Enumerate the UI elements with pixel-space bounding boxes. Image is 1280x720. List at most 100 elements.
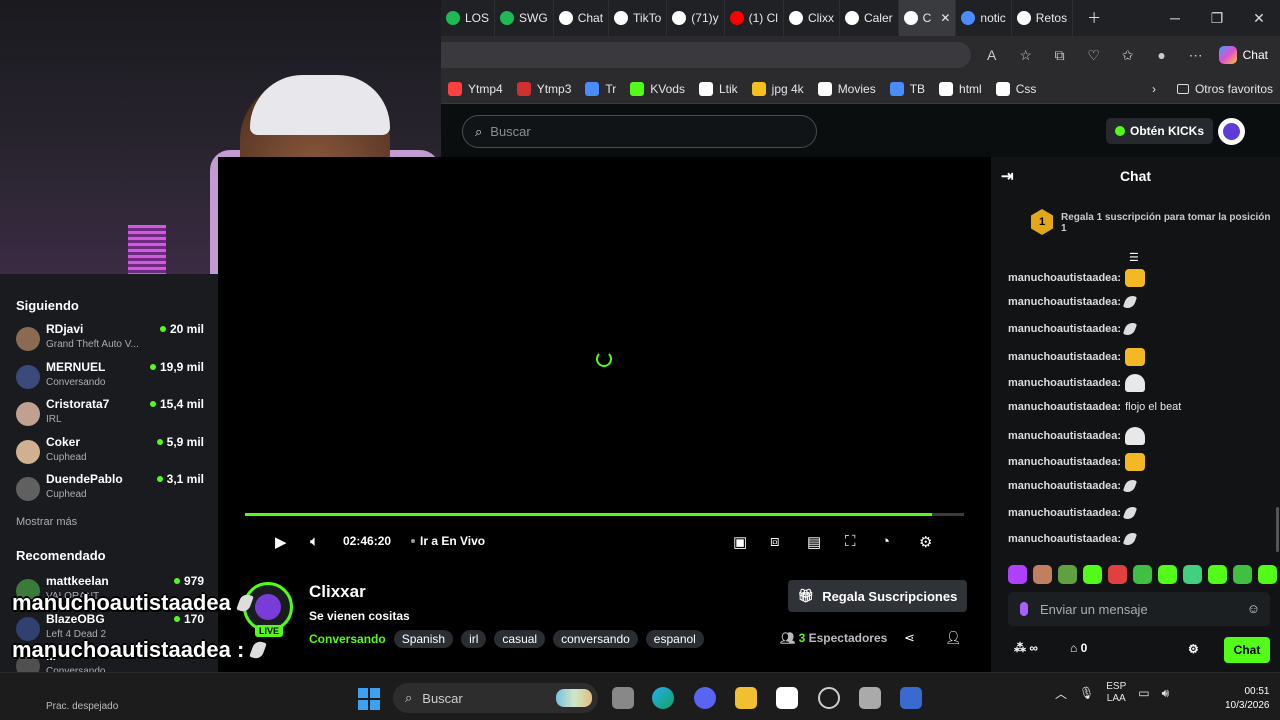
url-field[interactable] [441,42,971,68]
stream-tag[interactable]: casual [494,630,546,648]
chat-scrollbar[interactable] [1276,507,1279,552]
chat-username[interactable]: manuchoautistaadea: [1008,323,1121,335]
emote-icon[interactable] [1108,565,1127,584]
browser-tab[interactable]: Clixx [784,0,840,36]
chat-message[interactable]: manuchoautistaadea: [1008,294,1138,311]
chat-settings-gear-icon[interactable]: ⚙ [1188,642,1199,656]
chat-message[interactable]: manuchoautistaadea: [1008,530,1138,548]
chat-message[interactable]: manuchoautistaadea: [1008,426,1146,445]
browser-essentials-icon[interactable]: ♡ [1083,47,1105,64]
browser-tab[interactable]: (1) Cl [725,0,784,36]
browser-tab[interactable]: notic [956,0,1012,36]
network-icon[interactable]: ▭ [1138,686,1149,700]
chat-message[interactable]: manuchoautistaadea: flojo el beat [1008,401,1181,413]
emote-icon[interactable] [1058,565,1077,584]
chevron-right-icon[interactable]: › [1138,82,1170,96]
chat-username[interactable]: manuchoautistaadea: [1008,351,1121,363]
bookmark-item[interactable]: TB [883,81,932,96]
chat-username[interactable]: manuchoautistaadea: [1008,296,1121,308]
sidebar-channel[interactable]: DuendePablo Cuphead 3,1 mil [16,472,206,508]
emote-icon[interactable] [1133,565,1152,584]
chat-username[interactable]: manuchoautistaadea: [1008,377,1121,389]
bookmark-item[interactable]: KVods [623,81,692,96]
chat-username[interactable]: manuchoautistaadea: [1008,272,1121,284]
read-aloud-icon[interactable]: A [981,47,1003,63]
bookmark-item[interactable]: Ytmp4 [441,81,510,96]
chat-username[interactable]: manuchoautistaadea: [1008,480,1121,492]
sidebar-channel[interactable]: MERNUEL Conversando 19,9 mil [16,360,206,396]
minimize-button[interactable]: ─ [1154,0,1196,36]
restore-button[interactable]: ❐ [1196,0,1238,36]
stream-tag[interactable]: espanol [645,630,704,648]
bookmark-item[interactable]: Tr [578,81,623,96]
follow-user-icon[interactable]: 👤︎ [945,630,962,646]
volume-icon[interactable]: 🔈︎ [310,533,319,550]
emote-icon[interactable] [1258,565,1277,584]
capcut-icon[interactable] [776,687,798,709]
browser-tab[interactable]: SWG [495,0,554,36]
taskbar-search-input[interactable]: ⌕ Buscar [393,683,598,713]
emote-icon[interactable] [1008,565,1027,584]
bookmark-item[interactable]: Ytmp3 [510,81,579,96]
site-search-input[interactable]: ⌕ Buscar [462,115,817,148]
chat-message[interactable]: manuchoautistaadea: [1008,478,1138,495]
emote-icon[interactable] [1158,565,1177,584]
obs-icon[interactable] [818,687,840,709]
sidebar-channel[interactable]: Cristorata7 IRL 15,4 mil [16,397,206,433]
close-tab-icon[interactable]: ✕ [940,11,950,25]
chat-message[interactable]: manuchoautistaadea: [1008,453,1146,472]
bookmark-item[interactable]: Movies [811,81,883,96]
mixer-app-icon[interactable] [900,687,922,709]
more-menu-icon[interactable]: ⋯ [1185,47,1207,64]
playback-speed-icon[interactable]: ◔ [881,533,890,550]
favorites-icon[interactable]: ✩ [1117,47,1139,64]
emote-icon[interactable] [1033,565,1052,584]
emote-icon[interactable] [1208,565,1227,584]
stream-tag[interactable]: irl [461,630,487,648]
weather-widget[interactable]: Prac. despejado [46,701,118,712]
copilot-button[interactable]: Chat [1218,46,1268,64]
chevron-up-icon[interactable]: ︿ [1055,685,1067,702]
speaker-icon[interactable]: 🔊︎ [1162,686,1170,701]
get-kicks-button[interactable]: Obtén KICKs [1106,118,1213,144]
favorite-star-icon[interactable]: ☆ [1015,47,1037,64]
streamer-name[interactable]: Clixxar [309,582,366,602]
settings-gear-icon[interactable]: ⚙ [919,533,932,551]
chat-message[interactable]: manuchoautistaadea: [1008,269,1146,287]
share-icon[interactable]: ⋖ [904,630,915,646]
chat-username[interactable]: manuchoautistaadea: [1008,507,1121,519]
extensions-icon[interactable]: ⧉ [1049,47,1071,64]
bookmark-item[interactable]: Ltik [692,81,745,96]
channel-points[interactable]: ⁂ ∞ [1014,641,1038,655]
chat-username[interactable]: manuchoautistaadea: [1008,401,1121,413]
play-icon[interactable]: ▶ [275,533,287,551]
start-button-icon[interactable] [358,688,380,710]
gift-subs-button[interactable]: 🎁︎ Regala Suscripciones [788,580,967,612]
pinned-gift-leaderboard[interactable]: 1 Regala 1 suscripción para tomar la pos… [1031,209,1271,235]
bookmark-item[interactable]: html [932,81,989,96]
discord-icon[interactable] [694,687,716,709]
microphone-tray-icon[interactable]: 🎙︎ [1079,686,1094,700]
show-more-link[interactable]: Mostrar más [16,516,77,528]
profile-avatar[interactable] [1218,118,1245,145]
chat-username[interactable]: manuchoautistaadea: [1008,456,1121,468]
emote-icon[interactable] [1233,565,1252,584]
chat-message-input[interactable]: Enviar un mensaje ☺ [1008,592,1270,626]
browser-tab[interactable]: LOS [441,0,496,36]
language-indicator[interactable]: ESP LAA [1106,681,1126,705]
send-chat-button[interactable]: Chat [1224,637,1270,663]
browser-tab[interactable]: Chat [554,0,610,36]
emoji-picker-icon[interactable]: ☺ [1247,601,1260,616]
chat-message[interactable]: manuchoautistaadea: [1008,504,1138,521]
chat-message[interactable]: manuchoautistaadea: [1008,374,1146,393]
bookmark-item[interactable]: jpg 4k [745,81,811,96]
progress-bar[interactable] [245,513,964,516]
browser-tab[interactable]: Retos [1012,0,1074,36]
task-view-icon[interactable] [612,687,634,709]
go-live-button[interactable]: Ir a En Vivo [411,534,485,548]
browser-tab[interactable]: Caler [840,0,899,36]
chat-username[interactable]: manuchoautistaadea: [1008,533,1121,545]
fullscreen-icon[interactable]: ⛶ [845,533,856,550]
bookmark-item[interactable]: Css [989,81,1044,96]
stream-tag[interactable]: conversando [553,630,638,648]
